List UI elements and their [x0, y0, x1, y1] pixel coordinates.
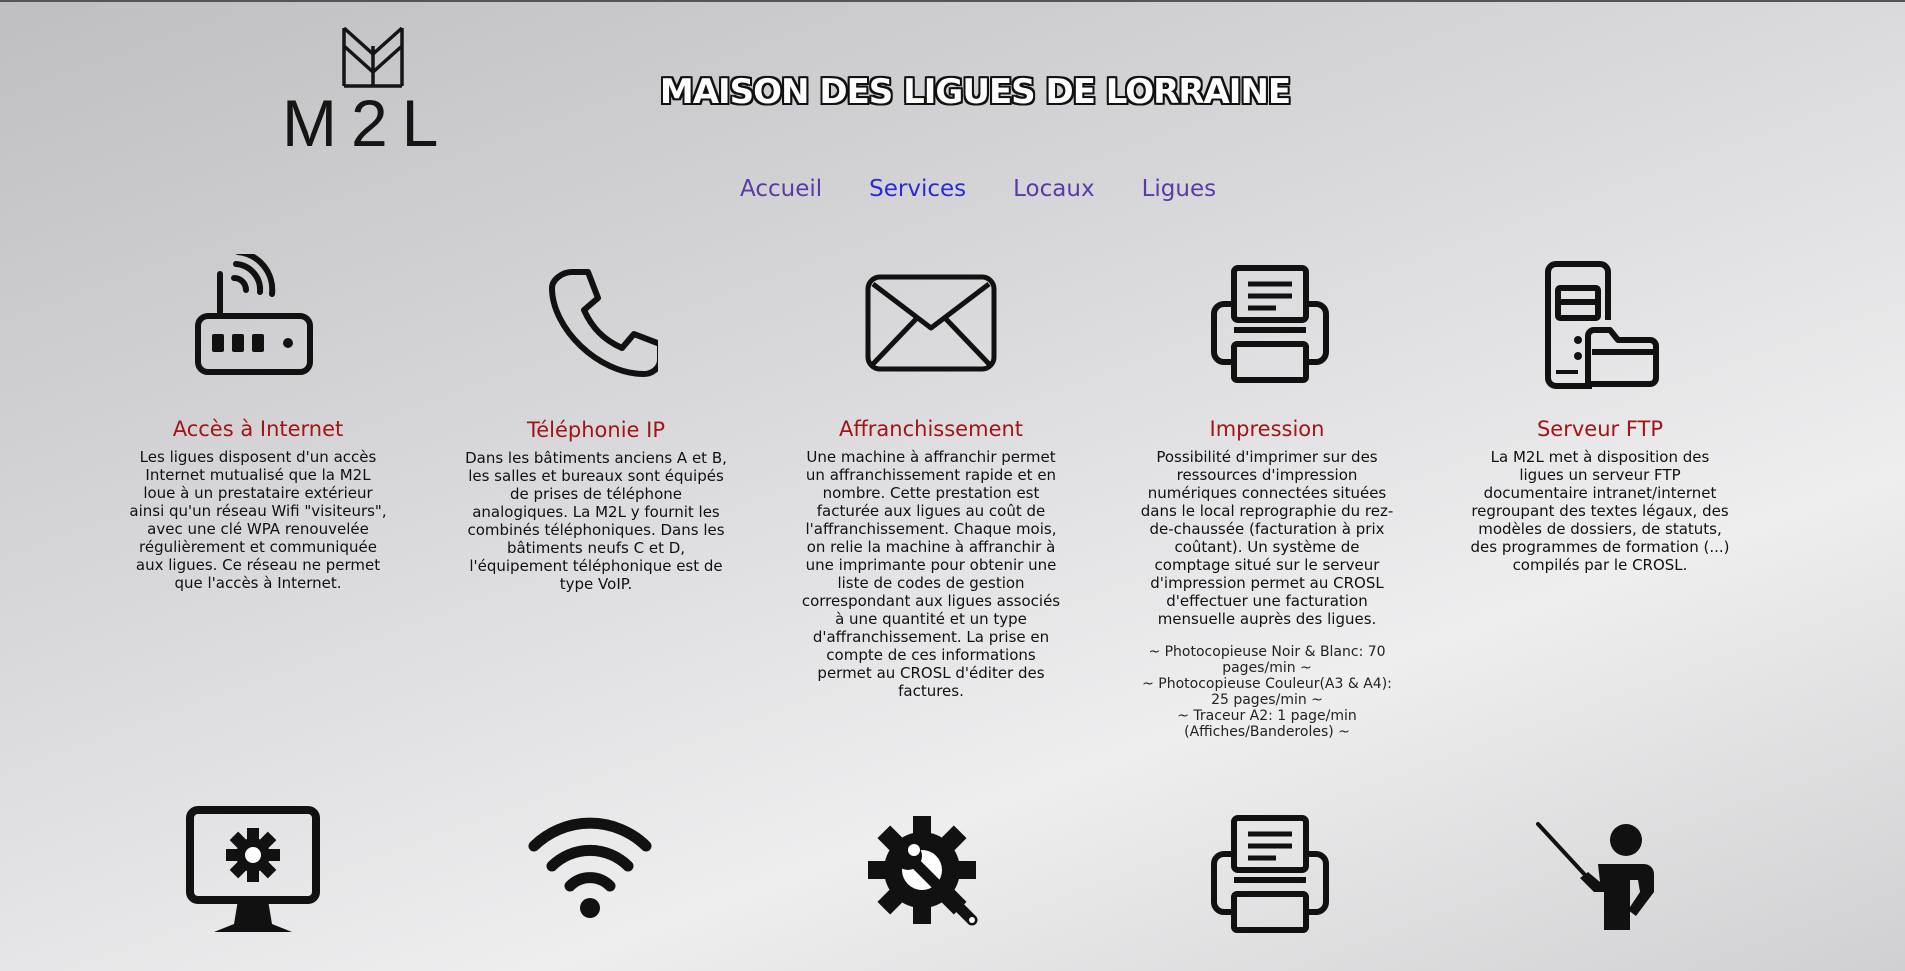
service-description: La M2L met à disposition des ligues un s… [1470, 448, 1730, 574]
service-title: Impression [1209, 417, 1325, 441]
wifi-icon [528, 817, 652, 918]
service-description: Dans les bâtiments anciens A et B, les s… [465, 449, 727, 593]
site-title: MAISON DES LIGUES DE LORRAINE [659, 72, 1291, 112]
server-folder-icon [1545, 261, 1659, 389]
service-description: Possibilité d'imprimer sur des ressource… [1140, 448, 1394, 628]
phone-icon [549, 269, 658, 377]
printer-icon [1211, 815, 1329, 933]
monitor-gear-icon [186, 806, 320, 932]
printer-spec-item: ~ Photocopieuse Noir & Blanc: 70 pages/m… [1148, 644, 1386, 676]
service-card-impression: Impression Possibilité d'imprimer sur de… [1137, 416, 1397, 740]
nav-services[interactable]: Services [869, 176, 966, 202]
nav-accueil[interactable]: Accueil [740, 176, 822, 202]
service-title: Affranchissement [838, 417, 1024, 441]
service-title: Téléphonie IP [526, 418, 666, 442]
logo-text: M2L [282, 86, 453, 160]
service-card-internet: Accès à Internet Les ligues disposent d'… [128, 416, 388, 592]
service-title: Serveur FTP [1536, 417, 1664, 441]
gear-wrench-icon [868, 816, 978, 926]
printer-spec-item: ~ Traceur A2: 1 page/min (Affiches/Bande… [1177, 708, 1357, 740]
router-icon [195, 254, 313, 375]
service-title: Accès à Internet [172, 417, 344, 441]
service-card-telephonie: Téléphonie IP Dans les bâtiments anciens… [465, 417, 727, 593]
nav-ligues[interactable]: Ligues [1142, 176, 1217, 202]
service-description: Les ligues disposent d'un accès Internet… [129, 448, 387, 592]
main-nav: Accueil Services Locaux Ligues [740, 176, 1216, 202]
printer-specs: ~ Photocopieuse Noir & Blanc: 70 pages/m… [1137, 644, 1397, 740]
envelope-icon [865, 274, 997, 372]
printer-icon [1211, 265, 1329, 383]
teacher-icon [1536, 822, 1654, 930]
service-card-ftp: Serveur FTP La M2L met à disposition des… [1470, 416, 1730, 574]
service-card-affranchissement: Affranchissement Une machine à affranchi… [801, 416, 1061, 700]
printer-spec-item: ~ Photocopieuse Couleur(A3 & A4): 25 pag… [1142, 676, 1392, 708]
nav-locaux[interactable]: Locaux [1013, 176, 1094, 202]
service-description: Une machine à affranchir permet un affra… [801, 448, 1061, 700]
